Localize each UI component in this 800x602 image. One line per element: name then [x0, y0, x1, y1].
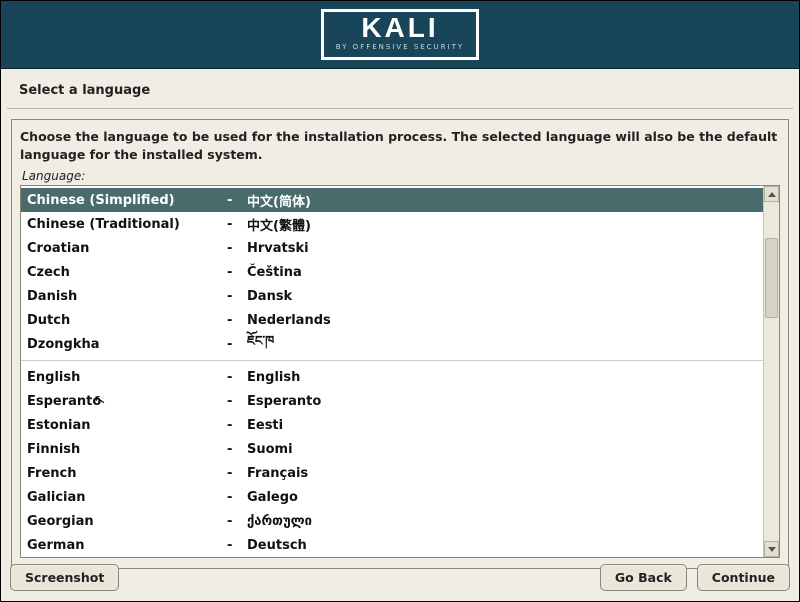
language-native: 中文(简体): [247, 191, 757, 210]
language-name: Galician: [27, 490, 227, 505]
dash: -: [227, 442, 247, 457]
dash: -: [227, 514, 247, 529]
arrow-up-icon: [768, 192, 776, 197]
language-option[interactable]: Galician-Galego: [21, 485, 763, 509]
logo-subtitle: BY OFFENSIVE SECURITY: [336, 44, 464, 51]
language-option[interactable]: Czech-Čeština: [21, 260, 763, 284]
language-name: English: [27, 370, 227, 385]
screenshot-button[interactable]: Screenshot: [10, 564, 119, 591]
language-native: English: [247, 370, 757, 385]
language-list-container: Chinese (Simplified)-中文(简体)Chinese (Trad…: [20, 185, 780, 558]
dash: -: [227, 193, 247, 208]
language-name: Esperanto: [27, 394, 227, 409]
dash: -: [227, 217, 247, 232]
language-native: Galego: [247, 490, 757, 505]
scroll-down-button[interactable]: [764, 541, 779, 557]
language-option[interactable]: Croatian-Hrvatski: [21, 236, 763, 260]
language-native: Eesti: [247, 418, 757, 433]
scrollbar[interactable]: [763, 186, 779, 557]
language-native: ཇོང་ཁ: [247, 326, 757, 363]
dash: -: [227, 313, 247, 328]
language-name: Danish: [27, 289, 227, 304]
dash: -: [227, 337, 247, 352]
language-option[interactable]: German-Deutsch: [21, 533, 763, 557]
language-native: 中文(繁體): [247, 215, 757, 234]
continue-button[interactable]: Continue: [697, 564, 790, 591]
language-option[interactable]: English-English: [21, 365, 763, 389]
header: KALI BY OFFENSIVE SECURITY: [1, 1, 799, 69]
dash: -: [227, 538, 247, 553]
language-name: Finnish: [27, 442, 227, 457]
scroll-thumb[interactable]: [765, 238, 778, 318]
language-option[interactable]: Esperanto-Esperanto: [21, 389, 763, 413]
dash: -: [227, 490, 247, 505]
footer: Screenshot Go Back Continue: [0, 556, 800, 599]
arrow-down-icon: [768, 547, 776, 552]
language-name: Chinese (Traditional): [27, 217, 227, 232]
language-option[interactable]: Estonian-Eesti: [21, 413, 763, 437]
language-option[interactable]: Chinese (Simplified)-中文(简体): [21, 188, 763, 212]
field-label: Language:: [20, 169, 780, 183]
language-option[interactable]: Finnish-Suomi: [21, 437, 763, 461]
language-native: Hrvatski: [247, 241, 757, 256]
language-list[interactable]: Chinese (Simplified)-中文(简体)Chinese (Trad…: [21, 188, 763, 557]
dash: -: [227, 418, 247, 433]
language-native: Français: [247, 466, 757, 481]
language-name: Dutch: [27, 313, 227, 328]
language-native: Dansk: [247, 289, 757, 304]
language-option[interactable]: Dzongkha-ཇོང་ཁ: [21, 332, 763, 356]
scroll-up-button[interactable]: [764, 186, 779, 202]
language-name: Estonian: [27, 418, 227, 433]
scroll-track[interactable]: [764, 202, 779, 541]
language-name: Croatian: [27, 241, 227, 256]
language-option[interactable]: Chinese (Traditional)-中文(繁體): [21, 212, 763, 236]
dash: -: [227, 289, 247, 304]
dash: -: [227, 241, 247, 256]
dash: -: [227, 370, 247, 385]
instruction-text: Choose the language to be used for the i…: [20, 128, 780, 163]
language-option[interactable]: Georgian-ქართული: [21, 509, 763, 533]
language-option[interactable]: Danish-Dansk: [21, 284, 763, 308]
logo-text: KALI: [336, 14, 464, 42]
kali-logo: KALI BY OFFENSIVE SECURITY: [321, 9, 479, 60]
language-name: Dzongkha: [27, 337, 227, 352]
go-back-button[interactable]: Go Back: [600, 564, 687, 591]
dash: -: [227, 265, 247, 280]
page-title: Select a language: [19, 83, 781, 98]
language-name: German: [27, 538, 227, 553]
language-name: Czech: [27, 265, 227, 280]
content-frame: Choose the language to be used for the i…: [11, 119, 789, 569]
language-name: Georgian: [27, 514, 227, 529]
language-option[interactable]: French-Français: [21, 461, 763, 485]
language-native: ქართული: [247, 514, 757, 529]
dash: -: [227, 466, 247, 481]
language-native: Deutsch: [247, 538, 757, 553]
language-name: French: [27, 466, 227, 481]
dash: -: [227, 394, 247, 409]
language-name: Chinese (Simplified): [27, 193, 227, 208]
language-native: Čeština: [247, 265, 757, 280]
language-native: Suomi: [247, 442, 757, 457]
language-native: Esperanto: [247, 394, 757, 409]
